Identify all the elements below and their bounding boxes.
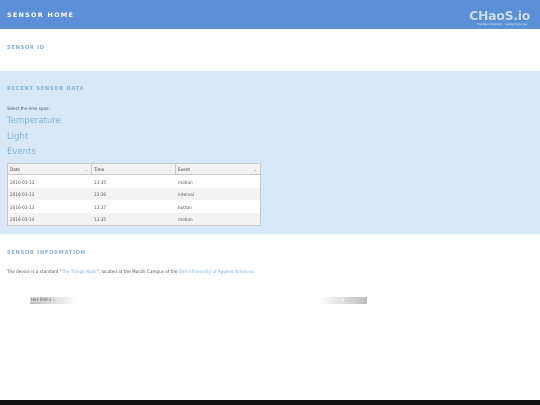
column-header-time[interactable]: Time ⌄	[92, 164, 176, 174]
table-row[interactable]: 2016-03-14 13:35 motion	[8, 212, 260, 225]
chaos-logo[interactable]: CHaoS.io The Bern University · Applied S…	[469, 8, 530, 27]
table-header-row: Date ⌄ Time ⌄ Event ⌄	[8, 164, 260, 175]
table-row[interactable]: 2016-03-13 13:36 interval	[8, 187, 260, 200]
section-heading-info: SENSOR INFORMATION	[7, 250, 86, 256]
cell-event: motion	[178, 179, 193, 185]
temperature-link[interactable]: Temperature	[7, 116, 61, 126]
university-link[interactable]: Bern University of Applied Sciences	[179, 269, 253, 274]
cell-event: button	[178, 204, 192, 210]
sensor-info-text: The device is a standard "The Things Nod…	[7, 269, 255, 274]
cell-date: 2016-03-13	[10, 179, 35, 185]
cell-date: 2016-03-14	[10, 217, 35, 222]
cell-time: 13:37	[94, 204, 107, 210]
section-heading-sensor-id: SENSOR ID	[7, 45, 45, 51]
chevron-down-icon[interactable]: ⌄	[85, 167, 88, 172]
cell-event: motion	[178, 217, 193, 222]
column-header-date[interactable]: Date ⌄	[8, 164, 92, 174]
section-heading-recent: RECENT SENSOR DATA	[7, 86, 85, 92]
chevron-left-icon[interactable]: ‹	[50, 295, 54, 306]
cell-event: interval	[178, 192, 194, 197]
cell-time: 13:35	[94, 179, 107, 185]
cell-time: 13:36	[94, 192, 107, 197]
logo-tagline: The Bern University · Applied Sciences	[476, 23, 527, 26]
cell-date: 2016-03-13	[10, 192, 35, 197]
chevron-right-icon[interactable]: ›	[341, 295, 345, 306]
cell-time: 13:35	[94, 217, 107, 222]
table-row[interactable]: 2016-03-13 13:35 motion	[8, 175, 260, 188]
chevron-down-icon[interactable]: ⌄	[169, 167, 172, 172]
top-nav-bar: SENSOR HOME CHaoS.io The Bern University…	[0, 0, 540, 29]
cell-date: 2016-03-13	[10, 204, 35, 210]
logo-wordmark: CHaoS.io	[469, 8, 530, 23]
bottom-bar	[0, 400, 540, 405]
chevron-down-icon[interactable]: ⌄	[254, 167, 257, 172]
time-span-hint: Select the time span:	[7, 106, 50, 111]
device-link[interactable]: The Things Node	[62, 269, 97, 274]
events-link[interactable]: Events	[7, 147, 36, 157]
page-title[interactable]: SENSOR HOME	[7, 11, 74, 19]
light-link[interactable]: Light	[7, 132, 28, 142]
table-row[interactable]: 2016-03-13 13:37 button	[8, 200, 260, 213]
image-carousel: Hak Bild an ‹ ›	[30, 295, 367, 306]
column-header-event[interactable]: Event ⌄	[176, 164, 260, 174]
sensor-data-table: Date ⌄ Time ⌄ Event ⌄ 2016-03-13 13:35 moti…	[7, 163, 261, 226]
